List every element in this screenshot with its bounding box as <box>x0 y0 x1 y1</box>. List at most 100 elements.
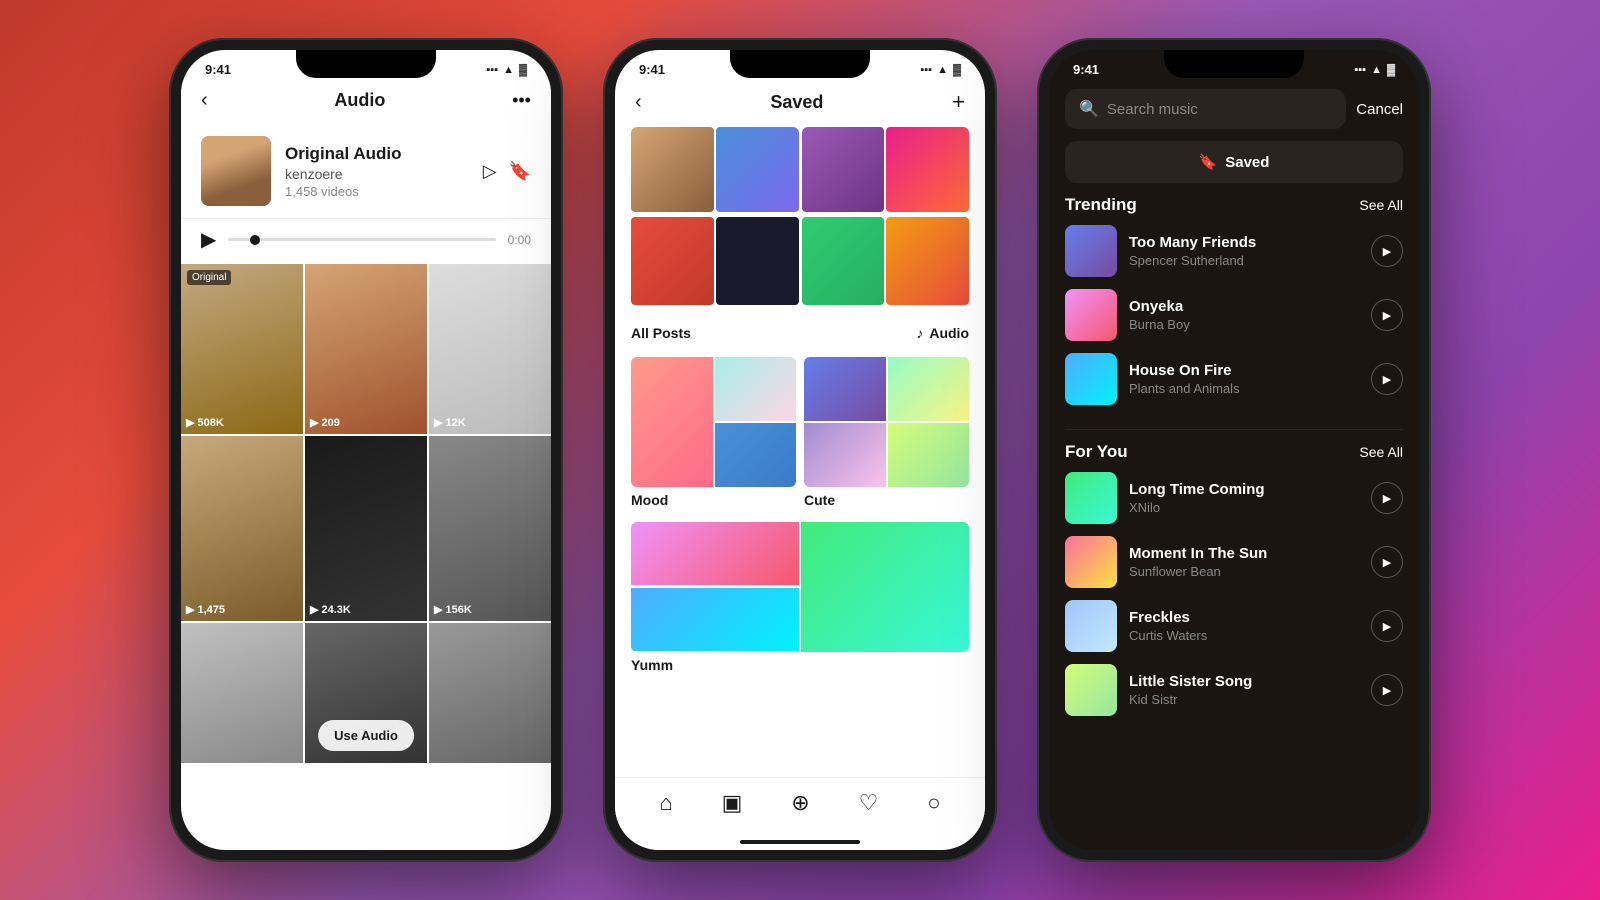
search-bar[interactable]: 🔍 Search music <box>1065 89 1346 129</box>
add-nav-icon[interactable]: ⊕ <box>791 790 809 816</box>
saved-item-2[interactable] <box>716 127 799 212</box>
play-button-2[interactable]: ▶ <box>1371 299 1403 331</box>
bookmark-icon-music: 🔖 <box>1199 153 1218 171</box>
music-info-3: House On Fire Plants and Animals <box>1129 362 1359 396</box>
audio-title: Original Audio <box>285 144 469 164</box>
notch-1 <box>296 50 436 78</box>
trending-header: Trending See All <box>1065 195 1403 215</box>
time-2: 9:41 <box>639 62 665 77</box>
battery-icon-2: ▓ <box>953 64 961 76</box>
music-artist-4: XNilo <box>1129 500 1359 515</box>
music-info-4: Long Time Coming XNilo <box>1129 481 1359 515</box>
video-cell-7[interactable] <box>181 623 303 763</box>
saved-item-7[interactable] <box>802 217 885 305</box>
music-note-icon: ♪ <box>916 325 923 341</box>
yumm-label: Yumm <box>631 657 969 673</box>
play-button-1[interactable]: ▶ <box>1371 235 1403 267</box>
more-icon[interactable]: ••• <box>512 90 531 111</box>
video-cell-2[interactable]: ▶ 209 <box>305 264 427 434</box>
progress-bar[interactable] <box>228 238 495 241</box>
video-cell-3[interactable]: ▶ 12K <box>429 264 551 434</box>
video-cell-6[interactable]: ▶ 156K <box>429 436 551 621</box>
video-cell-1[interactable]: Original ▶ 508K <box>181 264 303 434</box>
music-search-header: 🔍 Search music Cancel <box>1049 81 1419 141</box>
mood-label: Mood <box>631 492 796 508</box>
wifi-icon-2: ▲ <box>937 64 948 76</box>
music-title-7: Little Sister Song <box>1129 673 1359 690</box>
saved-item-8[interactable] <box>886 217 969 305</box>
notch-3 <box>1164 50 1304 78</box>
mood-collection[interactable]: Mood <box>631 357 796 514</box>
wifi-icon: ▲ <box>503 64 514 76</box>
audio-action-icons: ▷ 🔖 <box>483 161 531 182</box>
play-button-4[interactable]: ▶ <box>1371 482 1403 514</box>
player-controls: ▶ 0:00 <box>201 227 531 252</box>
add-button[interactable]: + <box>952 89 965 115</box>
mood-img-1 <box>631 357 713 487</box>
play-button-7[interactable]: ▶ <box>1371 674 1403 706</box>
play-button-3[interactable]: ▶ <box>1371 363 1403 395</box>
music-info-7: Little Sister Song Kid Sistr <box>1129 673 1359 707</box>
for-you-title: For You <box>1065 442 1128 462</box>
trending-see-all[interactable]: See All <box>1359 197 1403 213</box>
video-cell-4[interactable]: ▶ 1,475 <box>181 436 303 621</box>
music-title-5: Moment In The Sun <box>1129 545 1359 562</box>
for-you-see-all[interactable]: See All <box>1359 444 1403 460</box>
progress-dot <box>250 235 260 245</box>
use-audio-button[interactable]: Use Audio <box>318 720 414 751</box>
video-count-1: ▶ 508K <box>186 416 224 429</box>
music-thumb-5 <box>1065 536 1117 588</box>
signal-icon: ▪▪▪ <box>486 64 498 76</box>
status-icons-3: ▪▪▪ ▲ ▓ <box>1354 64 1395 76</box>
music-artist-1: Spencer Sutherland <box>1129 253 1359 268</box>
bookmark-icon[interactable]: 🔖 <box>509 161 531 182</box>
saved-header: ‹ Saved + <box>615 81 985 127</box>
play-button-5[interactable]: ▶ <box>1371 546 1403 578</box>
saved-item-4[interactable] <box>716 217 799 305</box>
back-icon-2[interactable]: ‹ <box>635 91 642 114</box>
music-thumb-7 <box>1065 664 1117 716</box>
search-placeholder: Search music <box>1107 101 1198 118</box>
battery-icon-3: ▓ <box>1387 64 1395 76</box>
reels-nav-icon[interactable]: ▣ <box>722 790 743 816</box>
home-nav-icon[interactable]: ⌂ <box>659 790 672 816</box>
mood-img-2 <box>715 357 797 421</box>
yumm-img-1 <box>631 522 799 585</box>
saved-music-button[interactable]: 🔖 Saved <box>1065 141 1403 183</box>
play-button-6[interactable]: ▶ <box>1371 610 1403 642</box>
trending-item-1: Too Many Friends Spencer Sutherland ▶ <box>1065 225 1403 277</box>
for-you-item-2: Moment In The Sun Sunflower Bean ▶ <box>1065 536 1403 588</box>
saved-item-1[interactable] <box>631 127 714 212</box>
all-posts-label: All Posts <box>631 325 691 341</box>
music-info-1: Too Many Friends Spencer Sutherland <box>1129 234 1359 268</box>
status-icons-1: ▪▪▪ ▲ ▓ <box>486 64 527 76</box>
back-icon[interactable]: ‹ <box>201 89 208 112</box>
audio-thumbnail <box>201 136 271 206</box>
saved-page-title: Saved <box>770 92 823 113</box>
cute-label: Cute <box>804 492 969 508</box>
cancel-button[interactable]: Cancel <box>1356 101 1403 118</box>
video-cell-5[interactable]: ▶ 24.3K <box>305 436 427 621</box>
time-display: 0:00 <box>508 233 531 247</box>
signal-icon-2: ▪▪▪ <box>920 64 932 76</box>
yumm-collection[interactable]: Yumm <box>631 522 969 673</box>
play-button[interactable]: ▶ <box>201 227 216 252</box>
share-icon[interactable]: ▷ <box>483 161 497 182</box>
phone-audio: 9:41 ▪▪▪ ▲ ▓ ‹ Audio ••• Original Audio … <box>169 38 563 862</box>
saved-item-6[interactable] <box>886 127 969 212</box>
saved-music-label: Saved <box>1225 154 1269 171</box>
saved-item-5[interactable] <box>802 127 885 212</box>
video-cell-9[interactable] <box>429 623 551 763</box>
profile-nav-icon[interactable]: ○ <box>927 790 940 816</box>
audio-header-icons: ••• <box>512 90 531 111</box>
signal-icon-3: ▪▪▪ <box>1354 64 1366 76</box>
all-posts-grid <box>631 127 969 307</box>
video-cell-8[interactable]: Use Audio <box>305 623 427 763</box>
time-1: 9:41 <box>205 62 231 77</box>
mood-img-3 <box>715 423 797 487</box>
heart-nav-icon[interactable]: ♡ <box>859 790 879 816</box>
time-3: 9:41 <box>1073 62 1099 77</box>
cute-collection[interactable]: Cute <box>804 357 969 514</box>
music-artist-7: Kid Sistr <box>1129 692 1359 707</box>
saved-item-3[interactable] <box>631 217 714 305</box>
